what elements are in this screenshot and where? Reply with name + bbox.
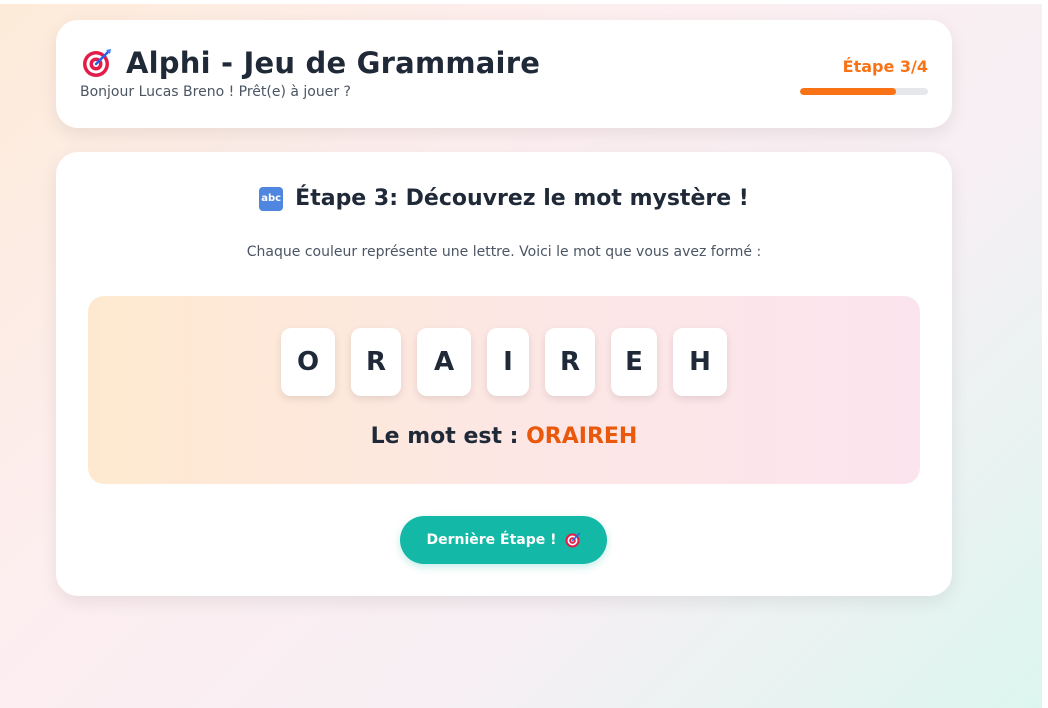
app-title: Alphi - Jeu de Grammaire [126,46,541,80]
instruction-text: Chaque couleur représente une lettre. Vo… [246,244,762,260]
word-prefix: Le mot est : [370,424,527,449]
letter-tile: O [281,328,335,396]
word-panel: ORAIREH Le mot est : ORAIREH [88,296,920,484]
next-step-button[interactable]: Dernière Étape ! [400,516,607,564]
letter-tile: R [545,328,595,396]
progress-bar [800,88,928,95]
step-indicator: Étape 3/4 [842,57,928,76]
progress-fill [800,88,896,95]
letter-tile: H [673,328,727,396]
letter-tile: A [417,328,471,396]
abc-icon: abc [259,186,284,211]
target-icon [82,48,112,78]
letter-tiles: ORAIREH [88,328,920,396]
header-card: Alphi - Jeu de Grammaire Bonjour Lucas B… [56,20,952,128]
step-title: Étape 3: Découvrez le mot mystère ! [295,186,749,211]
top-strip [0,0,1048,4]
mystery-word: ORAIREH [526,424,638,449]
target-icon [565,532,581,548]
greeting-text: Bonjour Lucas Breno ! Prêt(e) à jouer ? [80,84,351,100]
letter-tile: E [611,328,657,396]
letter-tile: I [487,328,529,396]
right-strip [1042,0,1048,708]
word-result: Le mot est : ORAIREH [88,424,920,449]
title-row: Alphi - Jeu de Grammaire [82,46,540,80]
main-card: abc Étape 3: Découvrez le mot mystère ! … [56,152,952,596]
next-step-label: Dernière Étape ! [426,532,557,548]
step-title-row: abc Étape 3: Découvrez le mot mystère ! [56,186,952,211]
letter-tile: R [351,328,401,396]
